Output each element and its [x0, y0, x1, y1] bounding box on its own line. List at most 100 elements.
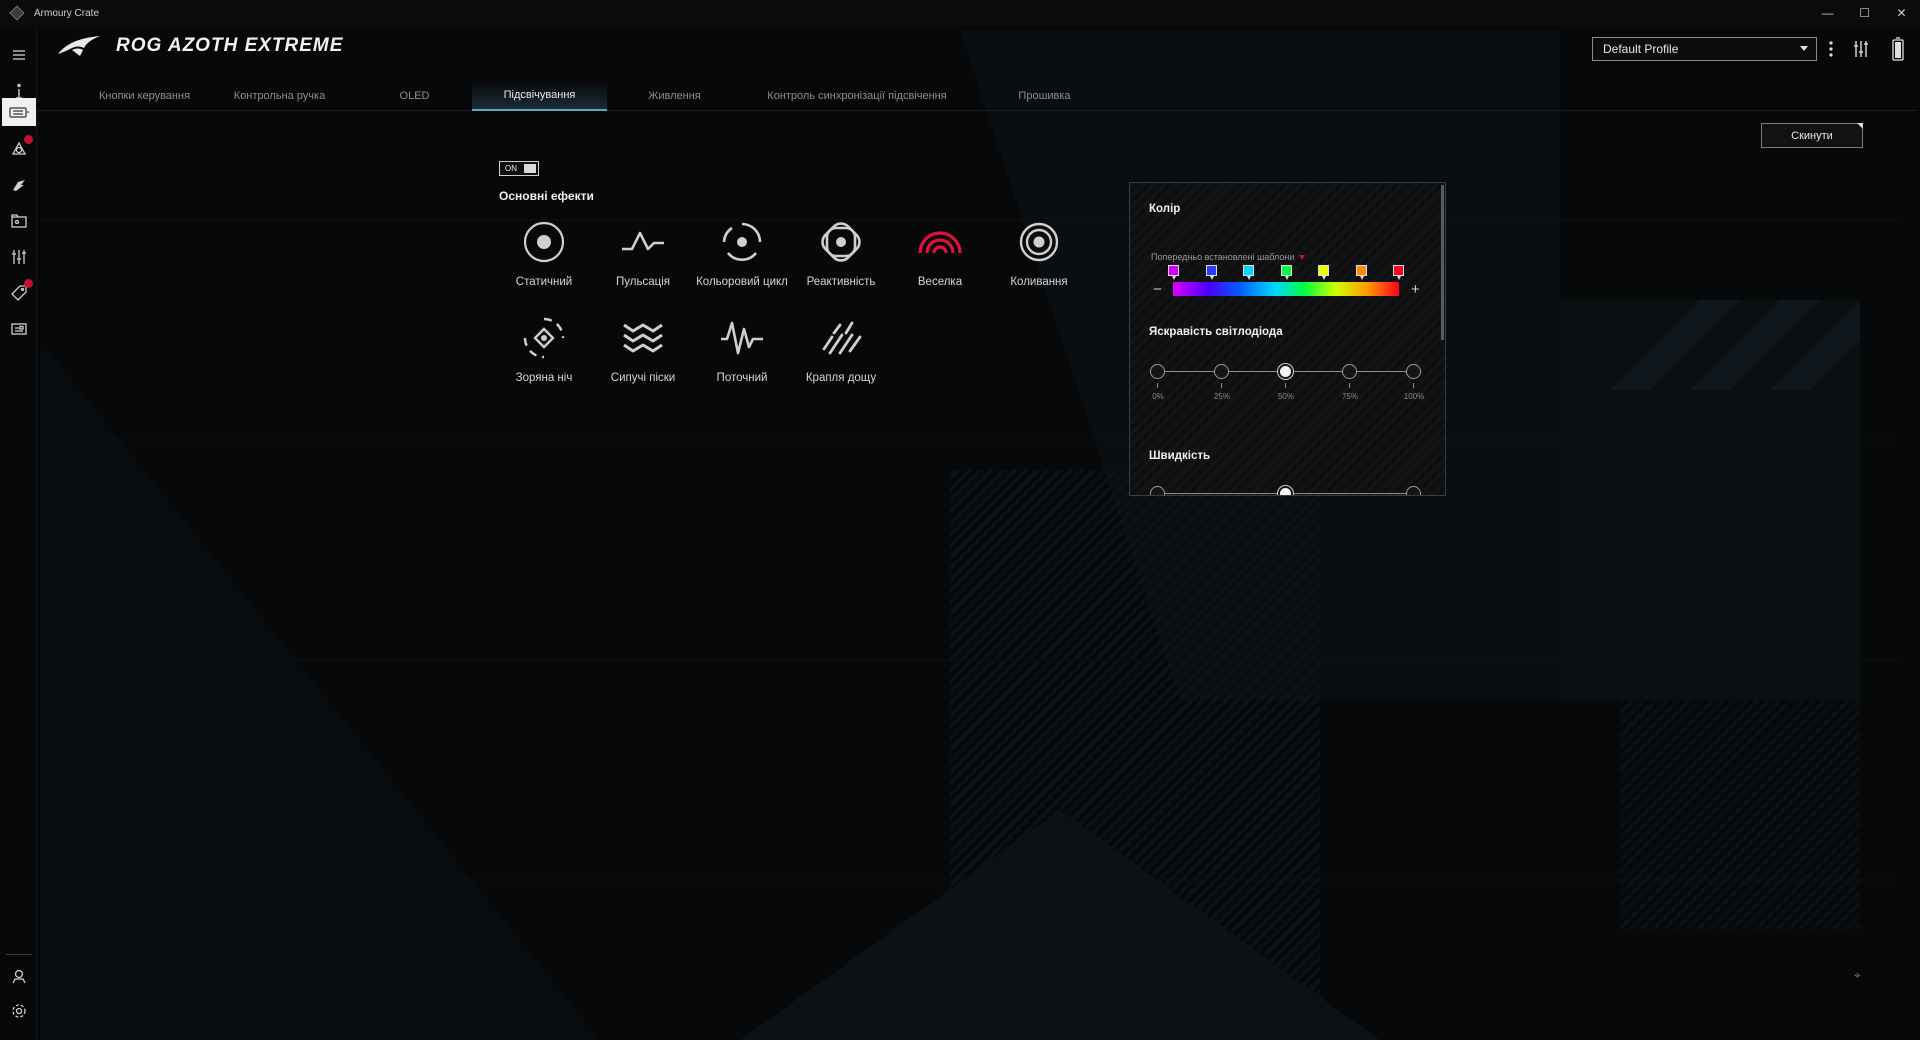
basic-effects-title: Основні ефекти: [499, 189, 594, 203]
chevron-down-icon: [1299, 255, 1306, 260]
color-title: Колір: [1149, 203, 1181, 215]
window-title: Armoury Crate: [34, 7, 100, 19]
panel-scrollbar[interactable]: [1441, 185, 1444, 340]
tab-lighting[interactable]: Підсвічування: [472, 80, 607, 111]
presets-label[interactable]: Попередньо встановлені шаблони: [1151, 252, 1306, 262]
brightness-tick-label: 100%: [1403, 392, 1425, 401]
tab-oled[interactable]: OLED: [347, 80, 482, 111]
effect-label: Статичний: [515, 276, 573, 288]
profile-dropdown[interactable]: Default Profile: [1592, 37, 1817, 61]
profile-value: Default Profile: [1603, 42, 1679, 56]
color-cycle-icon: [722, 222, 762, 261]
sidebar-item-gamevisual[interactable]: [0, 170, 37, 200]
preset-swatch[interactable]: [1356, 265, 1367, 280]
current-icon: [721, 321, 763, 355]
minimize-button[interactable]: —: [1809, 0, 1846, 26]
tick: [1285, 383, 1286, 388]
effect-label: Веселка: [917, 276, 963, 288]
effect-label: Поточний: [716, 372, 768, 384]
equalizer-icon[interactable]: [1850, 36, 1872, 62]
preset-swatch[interactable]: [1243, 265, 1254, 280]
effect-current[interactable]: Поточний: [692, 301, 792, 391]
toggle-knob: [524, 164, 536, 173]
effect-label: Пульсація: [616, 276, 670, 288]
add-color-button[interactable]: +: [1411, 281, 1420, 298]
ripple-icon: [1019, 222, 1059, 262]
speed-step[interactable]: [1150, 486, 1165, 495]
brightness-tick-label: 25%: [1213, 392, 1230, 401]
effect-reactive[interactable]: Реактивність: [791, 205, 891, 295]
color-gradient-bar[interactable]: [1173, 282, 1399, 296]
preset-swatch[interactable]: [1206, 265, 1217, 280]
effect-label: Коливання: [1010, 276, 1068, 288]
battery-icon: [1888, 36, 1908, 62]
tab-buttons[interactable]: Кнопки керування: [77, 80, 212, 111]
rog-logo: ROG AZOTH EXTREME: [56, 34, 343, 58]
color-settings-panel: Колір Попередньо встановлені шаблони − +…: [1129, 182, 1446, 496]
preset-swatch[interactable]: [1281, 265, 1292, 280]
menu-icon[interactable]: [0, 40, 37, 70]
brightness-step[interactable]: [1406, 364, 1421, 379]
lighting-toggle[interactable]: ON: [499, 161, 539, 176]
brightness-handle[interactable]: [1278, 364, 1293, 379]
effect-rain[interactable]: Крапля дощу: [791, 301, 891, 391]
tick: [1221, 383, 1222, 388]
brightness-step[interactable]: [1150, 364, 1165, 379]
tick: [1349, 383, 1350, 388]
preset-swatch[interactable]: [1168, 265, 1179, 280]
effect-color-cycle[interactable]: Кольоровий цикл: [692, 205, 792, 295]
effect-label: Кольоровий цикл: [696, 276, 788, 288]
more-options-icon[interactable]: [1824, 36, 1838, 62]
tick: [1157, 383, 1158, 388]
speed-handle[interactable]: [1278, 486, 1293, 495]
sidebar-item-settings-sliders[interactable]: [0, 242, 37, 272]
effect-starry-night[interactable]: Зоряна ніч: [494, 301, 594, 391]
device-name: ROG AZOTH EXTREME: [116, 35, 344, 56]
effect-ripple[interactable]: Коливання: [989, 205, 1089, 295]
sidebar-item-deals[interactable]: [0, 278, 37, 308]
effect-static[interactable]: Статичний: [494, 205, 594, 295]
brightness-step[interactable]: [1342, 364, 1357, 379]
reset-button[interactable]: Скинути: [1761, 123, 1863, 148]
speed-title: Швидкість: [1149, 450, 1211, 462]
breathing-icon: [622, 231, 664, 251]
effect-label: Зоряна ніч: [515, 372, 573, 384]
notification-badge: [24, 279, 33, 288]
tab-control-knob[interactable]: Контрольна ручка: [212, 80, 347, 111]
toggle-label: ON: [505, 164, 517, 173]
sidebar-item-news[interactable]: [0, 314, 37, 344]
starry-night-icon: [523, 317, 565, 359]
corner-crosshair-icon: ⌖: [1854, 968, 1861, 982]
tab-power[interactable]: Живлення: [607, 80, 742, 111]
brightness-tick-label: 50%: [1277, 392, 1294, 401]
tab-firmware[interactable]: Прошивка: [972, 80, 1117, 111]
settings-gear-icon[interactable]: [0, 996, 37, 1026]
sidebar: [0, 26, 37, 1040]
armoury-crate-window: Armoury Crate — ☐ ✕ ROG AZOTH EXTREME De…: [0, 0, 1920, 1040]
maximize-button[interactable]: ☐: [1846, 0, 1883, 26]
user-account-icon[interactable]: [0, 961, 37, 991]
brightness-tick-label: 0%: [1152, 392, 1164, 401]
title-bar: Armoury Crate — ☐ ✕: [0, 0, 1920, 26]
tab-lighting-sync[interactable]: Контроль синхронізації підсвічення: [742, 80, 972, 111]
sidebar-item-device[interactable]: [2, 98, 36, 126]
armoury-crate-icon: [9, 5, 25, 21]
presets-label-text: Попередньо встановлені шаблони: [1151, 252, 1295, 262]
preset-swatch[interactable]: [1318, 265, 1329, 280]
brightness-tick-label: 75%: [1341, 392, 1358, 401]
preset-swatch[interactable]: [1393, 265, 1404, 280]
effect-breathing[interactable]: Пульсація: [593, 205, 693, 295]
remove-color-button[interactable]: −: [1153, 281, 1162, 298]
rain-icon: [822, 321, 862, 355]
effect-rainbow[interactable]: Веселка: [890, 205, 990, 295]
effect-quicksand[interactable]: Сипучі піски: [593, 301, 693, 391]
sidebar-item-library[interactable]: [0, 206, 37, 236]
reactive-icon: [821, 222, 861, 262]
effect-label: Крапля дощу: [805, 372, 877, 384]
brightness-step[interactable]: [1214, 364, 1229, 379]
close-button[interactable]: ✕: [1883, 0, 1920, 26]
speed-step[interactable]: [1406, 486, 1421, 495]
rainbow-icon: [918, 231, 962, 254]
background-art: [40, 30, 1900, 1040]
sidebar-item-aura[interactable]: [0, 134, 37, 164]
